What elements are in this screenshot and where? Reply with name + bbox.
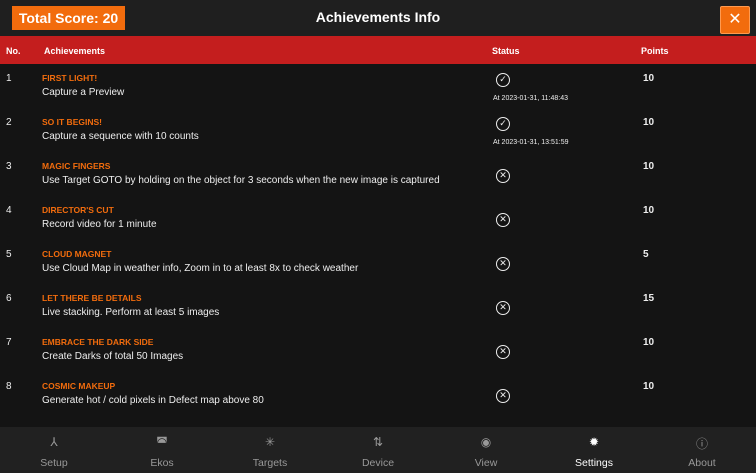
x-circle-icon: ✕ xyxy=(496,345,510,359)
achievement-description: Capture a Preview xyxy=(42,87,125,98)
points-value: 10 xyxy=(643,117,655,128)
achievement-description: Capture a sequence with 10 counts xyxy=(42,131,199,142)
achievement-description: Generate hot / cold pixels in Defect map… xyxy=(42,395,264,406)
column-no: No. xyxy=(6,46,21,56)
table-row: 3 MAGIC FINGERS Use Target GOTO by holdi… xyxy=(0,152,756,196)
achievement-name: DIRECTOR'S CUT xyxy=(42,205,114,215)
achievement-name: MAGIC FINGERS xyxy=(42,161,111,171)
x-circle-icon: ✕ xyxy=(496,213,510,227)
row-number: 6 xyxy=(6,293,12,304)
eye-icon: ◉ xyxy=(480,435,492,449)
page-title: Achievements Info xyxy=(315,9,441,25)
table-row: 5 CLOUD MAGNET Use Cloud Map in weather … xyxy=(0,240,756,284)
nav-item-about[interactable]: ⓘ About xyxy=(648,427,756,473)
column-points: Points xyxy=(641,46,669,56)
nav-item-view[interactable]: ◉ View xyxy=(432,427,540,473)
column-status: Status xyxy=(492,46,520,56)
row-number: 7 xyxy=(6,337,12,348)
nav-label: Targets xyxy=(252,457,288,469)
points-value: 10 xyxy=(643,337,655,348)
achievement-description: Use Target GOTO by holding on the object… xyxy=(42,175,440,186)
achievement-name: EMBRACE THE DARK SIDE xyxy=(42,337,154,347)
row-number: 3 xyxy=(6,161,12,172)
device-icon: ⇅ xyxy=(372,435,384,449)
x-circle-icon: ✕ xyxy=(496,389,510,403)
points-value: 10 xyxy=(643,73,655,84)
check-circle-icon: ✓ xyxy=(496,73,510,87)
nav-label: Setup xyxy=(40,457,68,469)
nav-item-targets[interactable]: ✳ Targets xyxy=(216,427,324,473)
check-circle-icon: ✓ xyxy=(496,117,510,131)
points-value: 15 xyxy=(643,293,655,304)
bottom-nav: ⅄ Setup ◚ Ekos ✳ Targets ⇅ Device ◉ View ✹ Settings… xyxy=(0,427,756,473)
completed-time: At 2023-01-31, 13:51:59 xyxy=(493,139,569,146)
achievement-name: COSMIC MAKEUP xyxy=(42,381,116,391)
table-row: 7 EMBRACE THE DARK SIDE Create Darks of … xyxy=(0,328,756,372)
nav-label: View xyxy=(474,457,498,469)
row-number: 5 xyxy=(6,249,12,260)
x-circle-icon: ✕ xyxy=(496,257,510,271)
nav-item-settings[interactable]: ✹ Settings xyxy=(540,427,648,473)
info-icon: ⓘ xyxy=(695,437,708,451)
achievement-name: CLOUD MAGNET xyxy=(42,249,112,259)
table-row: 4 DIRECTOR'S CUT Record video for 1 minu… xyxy=(0,196,756,240)
completed-time: At 2023-01-31, 11:48:43 xyxy=(493,95,568,102)
table-header: No. Achievements Status Points xyxy=(0,36,756,64)
nav-item-setup[interactable]: ⅄ Setup xyxy=(0,427,108,473)
setup-icon: ⅄ xyxy=(50,435,58,449)
achievement-name: SO IT BEGINS! xyxy=(42,117,102,127)
table-row: 6 LET THERE BE DETAILS Live stacking. Pe… xyxy=(0,284,756,328)
table-row: 2 SO IT BEGINS! Capture a sequence with … xyxy=(0,108,756,152)
achievement-description: Live stacking. Perform at least 5 images xyxy=(42,307,220,318)
close-button[interactable]: ✕ xyxy=(720,6,750,34)
targets-icon: ✳ xyxy=(264,435,276,449)
achievement-description: Create Darks of total 50 Images xyxy=(42,351,184,362)
x-circle-icon: ✕ xyxy=(496,169,510,183)
achievement-name: FIRST LIGHT! xyxy=(42,73,98,83)
points-value: 10 xyxy=(643,161,655,172)
nav-label: Settings xyxy=(575,457,613,469)
x-circle-icon: ✕ xyxy=(496,301,510,315)
points-value: 5 xyxy=(643,249,649,260)
column-achievements: Achievements xyxy=(44,46,106,56)
nav-item-device[interactable]: ⇅ Device xyxy=(324,427,432,473)
achievement-name: LET THERE BE DETAILS xyxy=(42,293,142,303)
gear-icon: ✹ xyxy=(588,435,600,449)
row-number: 2 xyxy=(6,117,12,128)
row-number: 1 xyxy=(6,73,12,84)
achievement-description: Use Cloud Map in weather info, Zoom in t… xyxy=(42,263,359,274)
achievement-description: Record video for 1 minute xyxy=(42,219,157,230)
top-bar: Total Score: 20 Achievements Info ✕ xyxy=(0,0,756,36)
nav-label: Device xyxy=(361,457,395,469)
nav-item-ekos[interactable]: ◚ Ekos xyxy=(108,427,216,473)
nav-label: About xyxy=(688,457,716,469)
nav-label: Ekos xyxy=(150,457,174,469)
table-row: 8 COSMIC MAKEUP Generate hot / cold pixe… xyxy=(0,372,756,416)
points-value: 10 xyxy=(643,381,655,392)
table-row: 1 FIRST LIGHT! Capture a Preview ✓ At 20… xyxy=(0,64,756,108)
row-number: 8 xyxy=(6,381,12,392)
row-number: 4 xyxy=(6,205,12,216)
points-value: 10 xyxy=(643,205,655,216)
ekos-icon: ◚ xyxy=(156,435,168,449)
